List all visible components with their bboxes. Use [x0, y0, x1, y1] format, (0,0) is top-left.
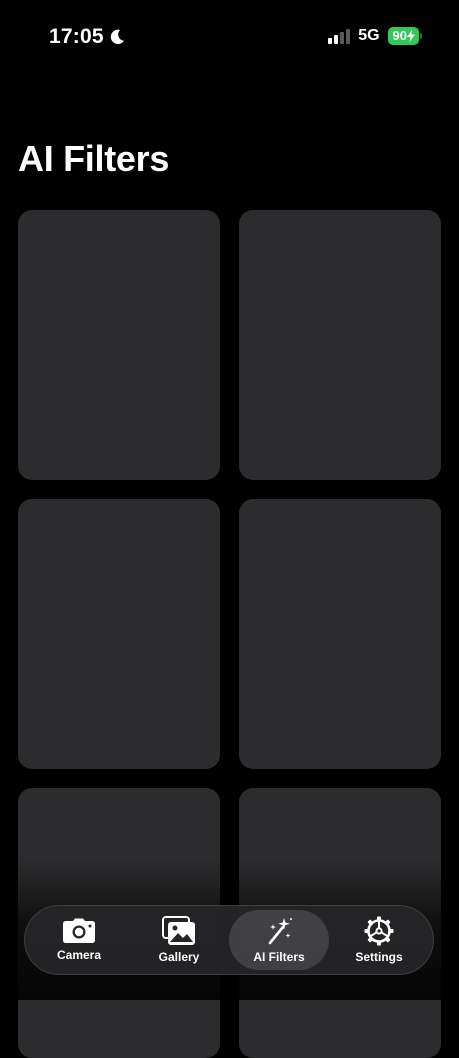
magic-wand-icon: [264, 916, 294, 946]
status-time: 17:05: [49, 25, 104, 48]
tab-label-ai-filters: AI Filters: [253, 950, 305, 964]
tab-label-gallery: Gallery: [158, 950, 200, 964]
gallery-icon: [162, 916, 196, 946]
battery-nub: [420, 33, 422, 39]
moon-icon: [108, 28, 126, 46]
page-title: AI Filters: [18, 138, 170, 179]
tab-label-camera: Camera: [56, 948, 102, 962]
cellular-signal-icon: [328, 28, 351, 44]
tab-bar: Camera Gallery AI Filters Settings: [24, 905, 434, 975]
tab-camera[interactable]: Camera: [29, 910, 129, 970]
status-time-group: 17:05: [49, 25, 126, 49]
tab-gallery[interactable]: Gallery: [129, 910, 229, 970]
status-indicators: 5G 90: [328, 27, 422, 45]
filter-card[interactable]: [18, 499, 220, 769]
status-bar: 17:05 5G 90: [0, 0, 459, 70]
tab-ai-filters[interactable]: AI Filters: [229, 910, 329, 970]
battery-level: 90: [392, 28, 407, 43]
camera-icon: [62, 918, 96, 944]
tab-label-settings: Settings: [355, 950, 403, 964]
gear-icon: [364, 916, 394, 946]
charging-bolt-icon: [407, 30, 415, 42]
battery-indicator: 90: [387, 27, 422, 45]
tab-settings[interactable]: Settings: [329, 910, 429, 970]
filter-card[interactable]: [18, 210, 220, 480]
filter-card[interactable]: [239, 210, 441, 480]
network-type: 5G: [358, 27, 380, 44]
filter-card[interactable]: [239, 499, 441, 769]
